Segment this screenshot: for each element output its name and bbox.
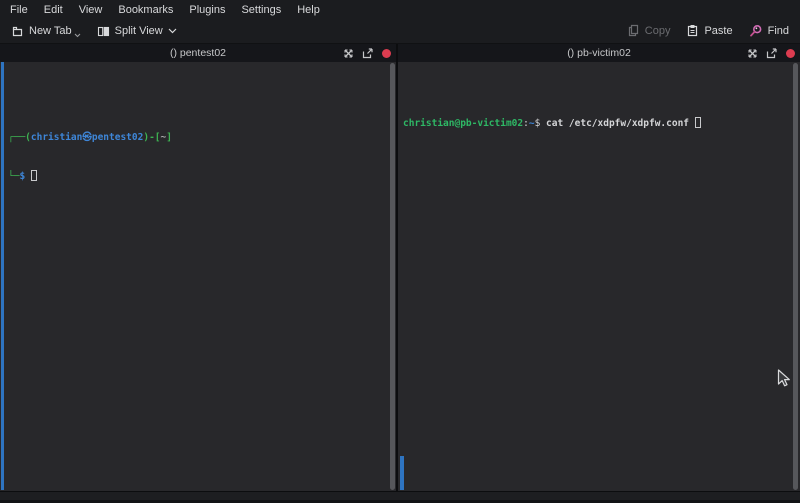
toolbar: New Tab Split View Copy	[0, 19, 800, 44]
pane-title-right: () pb-victim02	[567, 47, 631, 59]
copy-label: Copy	[645, 25, 671, 37]
menu-bookmarks[interactable]: Bookmarks	[110, 2, 181, 18]
window-bottom-edge	[0, 491, 800, 503]
find-label: Find	[768, 25, 789, 37]
pane-header-left[interactable]: () pentest02	[0, 44, 396, 62]
copy-button[interactable]: Copy	[619, 24, 679, 37]
menu-bar: File Edit View Bookmarks Plugins Setting…	[0, 0, 800, 19]
terminal-split-right: () pb-victim02 christian@pb-victim02:~$ …	[398, 44, 800, 491]
find-button[interactable]: Find	[741, 24, 797, 38]
paste-label: Paste	[704, 25, 732, 37]
menu-view[interactable]: View	[71, 2, 111, 18]
maximize-terminal-icon[interactable]	[747, 48, 758, 59]
menu-settings[interactable]: Settings	[233, 2, 289, 18]
menu-plugins[interactable]: Plugins	[181, 2, 233, 18]
detach-terminal-icon[interactable]	[362, 48, 374, 59]
split-view-label: Split View	[115, 25, 163, 37]
chevron-down-icon	[168, 28, 177, 34]
pane-header-right[interactable]: () pb-victim02	[398, 44, 800, 62]
copy-icon	[627, 24, 640, 37]
terminal-prompt-line: christian@pb-victim02:~$ cat /etc/xdpfw/…	[403, 117, 800, 130]
chevron-down-icon	[74, 33, 81, 38]
new-tab-label: New Tab	[29, 25, 72, 37]
terminal-prompt-line: └─$	[8, 170, 396, 183]
find-icon	[749, 24, 763, 38]
pane-title-left: () pentest02	[170, 47, 226, 59]
close-terminal-button[interactable]	[786, 49, 795, 58]
pane-header-controls-right	[747, 44, 795, 62]
close-terminal-button[interactable]	[382, 49, 391, 58]
scroll-highlight-left	[1, 62, 4, 490]
terminal-cursor-left	[31, 170, 37, 181]
scrollbar-right[interactable]	[793, 63, 798, 490]
maximize-terminal-icon[interactable]	[343, 48, 354, 59]
new-tab-icon	[11, 25, 24, 38]
new-tab-button[interactable]: New Tab	[3, 19, 89, 43]
scroll-highlight-right	[400, 456, 404, 490]
terminal-left[interactable]: ┌──(christian㉿pentest02)-[~] └─$	[0, 62, 396, 491]
terminal-line: ┌──(christian㉿pentest02)-[~]	[8, 131, 396, 144]
terminal-right[interactable]: christian@pb-victim02:~$ cat /etc/xdpfw/…	[398, 62, 800, 491]
mouse-cursor	[777, 369, 791, 389]
scrollbar-left[interactable]	[390, 63, 395, 490]
menu-file[interactable]: File	[2, 2, 36, 18]
split-view-button[interactable]: Split View	[89, 19, 185, 43]
toolbar-right-group: Copy Paste Find	[619, 24, 797, 38]
pane-header-controls-left	[343, 44, 391, 62]
menu-help[interactable]: Help	[289, 2, 328, 18]
split-view-icon	[97, 25, 110, 38]
menu-edit[interactable]: Edit	[36, 2, 71, 18]
terminal-cursor-right	[695, 117, 701, 128]
paste-button[interactable]: Paste	[678, 24, 740, 37]
detach-terminal-icon[interactable]	[766, 48, 778, 59]
terminal-split-left: () pentest02 ┌──(christian㉿pentest02)-[~…	[0, 44, 396, 491]
paste-icon	[686, 24, 699, 37]
